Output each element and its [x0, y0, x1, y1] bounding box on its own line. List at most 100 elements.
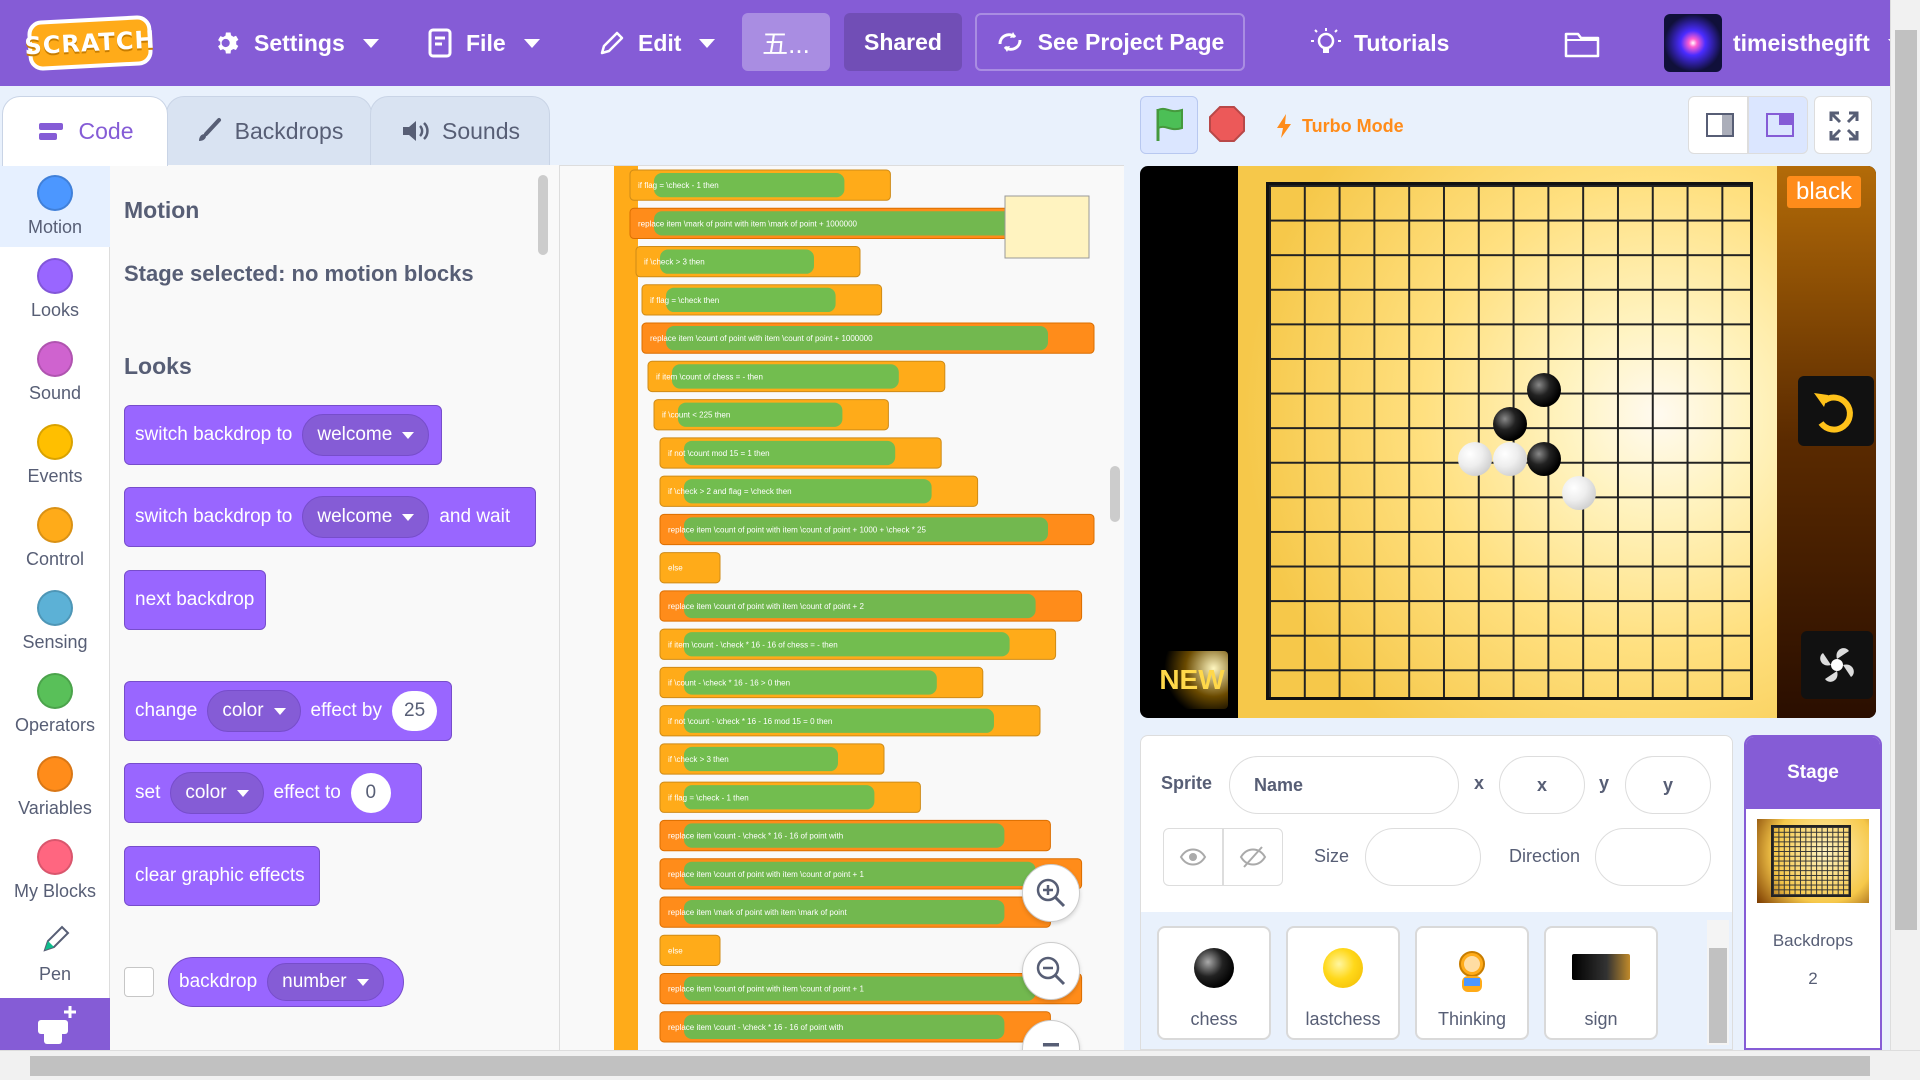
category-sensing[interactable]: Sensing	[0, 580, 110, 662]
tab-backdrops[interactable]: Backdrops	[166, 96, 372, 166]
scratch-logo[interactable]: SCRATCH	[24, 14, 156, 72]
project-title-input[interactable]: 五...	[742, 13, 830, 71]
script-block-stack[interactable]: replace item \count of point with item \…	[641, 322, 1095, 354]
script-block-if[interactable]: if \check > 3 then	[635, 246, 861, 278]
change-effect-block[interactable]: change color effect by 25	[124, 681, 452, 741]
switch-backdrop-and-wait-block[interactable]: switch backdrop to welcome and wait	[124, 487, 536, 547]
sprite-tile-sign[interactable]: sign	[1544, 926, 1658, 1040]
avatar[interactable]	[1664, 14, 1722, 72]
size-input[interactable]	[1365, 828, 1481, 886]
add-extension-button[interactable]	[0, 998, 110, 1050]
stop-button[interactable]	[1198, 96, 1256, 154]
my-stuff-button[interactable]	[1564, 14, 1600, 72]
direction-input[interactable]	[1595, 828, 1711, 886]
script-block-if[interactable]: if \count < 225 then	[653, 399, 889, 431]
block-text: and wait	[439, 506, 511, 527]
category-looks[interactable]: Looks	[0, 248, 110, 330]
stage-target-pane[interactable]: Stage Backdrops 2	[1744, 735, 1882, 1050]
show-sprite-button[interactable]	[1163, 828, 1223, 886]
script-block-if[interactable]: if not \count - \check * 16 - 16 mod 15 …	[659, 705, 1041, 737]
tutorials-button[interactable]: Tutorials	[1310, 14, 1449, 72]
backdrop-dropdown[interactable]: welcome	[302, 414, 430, 456]
category-sound[interactable]: Sound	[0, 331, 110, 413]
zoom-out-button[interactable]	[1022, 942, 1080, 1000]
number-input[interactable]: 25	[392, 691, 438, 731]
page-horizontal-scrollbar[interactable]	[0, 1050, 1920, 1080]
edit-menu[interactable]: Edit	[598, 14, 716, 72]
category-variables[interactable]: Variables	[0, 746, 110, 828]
sprite-list-scrollbar[interactable]	[1707, 920, 1729, 1045]
category-label: Motion	[27, 217, 83, 237]
script-block-if[interactable]: if not \count mod 15 = 1 then	[659, 437, 942, 469]
script-block-else[interactable]: else	[659, 934, 721, 966]
stage-target-title: Stage	[1746, 737, 1880, 809]
fan-settings-icon[interactable]	[1801, 631, 1873, 699]
scrollbar-thumb[interactable]	[30, 1056, 1870, 1076]
script-block-stack[interactable]: replace item \count of point with item \…	[659, 590, 1083, 622]
scrollbar-thumb[interactable]	[1709, 948, 1727, 1043]
see-project-page-button[interactable]: See Project Page	[975, 13, 1245, 71]
set-effect-block[interactable]: set color effect to 0	[124, 763, 422, 823]
large-stage-button[interactable]	[1748, 96, 1808, 154]
category-label: Operators	[14, 715, 96, 735]
shared-button[interactable]: Shared	[844, 13, 962, 71]
settings-menu[interactable]: Settings	[214, 14, 379, 72]
backdrop-reporter-block[interactable]: backdrop number	[168, 957, 404, 1007]
effect-dropdown[interactable]: color	[207, 690, 301, 732]
file-label: File	[466, 29, 506, 56]
backdrop-dropdown[interactable]: welcome	[302, 496, 430, 538]
category-control[interactable]: Control	[0, 497, 110, 579]
sprite-name-input[interactable]: Name	[1229, 756, 1459, 814]
backdrop-property-dropdown[interactable]: number	[267, 963, 384, 1001]
category-motion[interactable]: Motion	[0, 165, 110, 247]
script-block-stack[interactable]: replace item \count - \check * 16 - 16 o…	[659, 1011, 1051, 1043]
script-block-if[interactable]: if flag = \check - 1 then	[659, 781, 921, 813]
script-block-if[interactable]: if item \count - \check * 16 - 16 of che…	[659, 628, 1057, 660]
file-menu[interactable]: File	[428, 14, 540, 72]
clear-graphic-effects-block[interactable]: clear graphic effects	[124, 846, 320, 906]
next-backdrop-block[interactable]: next backdrop	[124, 570, 266, 630]
script-block-if[interactable]: if item \count of chess = - then	[647, 360, 946, 393]
script-block-if[interactable]: if flag = \check - 1 then	[629, 169, 891, 201]
category-pen[interactable]: Pen	[0, 912, 110, 994]
category-my-blocks[interactable]: My Blocks	[0, 829, 110, 911]
script-block-stack[interactable]: replace item \count - \check * 16 - 16 o…	[659, 819, 1051, 852]
y-input[interactable]: y	[1625, 756, 1711, 814]
sprite-tile-chess[interactable]: chess	[1157, 926, 1271, 1040]
effect-dropdown[interactable]: color	[170, 772, 264, 814]
fullscreen-button[interactable]	[1814, 96, 1872, 154]
category-operators[interactable]: Operators	[0, 663, 110, 745]
code-area[interactable]: if flag = \check - 1 then replace item \m…	[560, 165, 1124, 1050]
tab-sounds[interactable]: Sounds	[370, 96, 550, 166]
number-input[interactable]: 0	[350, 773, 391, 813]
new-game-button[interactable]: NEW	[1156, 651, 1228, 709]
page-vertical-scrollbar[interactable]	[1890, 0, 1920, 1050]
x-input[interactable]: x	[1499, 756, 1585, 814]
script-block-stack[interactable]: replace item \mark of point with item \m…	[659, 896, 1051, 928]
script-block-if[interactable]: if \check > 2 and flag = \check then	[659, 475, 979, 507]
small-stage-button[interactable]	[1688, 96, 1748, 154]
undo-icon[interactable]	[1798, 376, 1874, 446]
code-scrollbar[interactable]	[1110, 466, 1120, 522]
script-block-stack[interactable]: replace item \count of point with item \…	[659, 513, 1095, 546]
category-label: My Blocks	[13, 881, 96, 901]
script-block-stack[interactable]: replace item \count of point with item \…	[659, 972, 1083, 1005]
script-block-stack[interactable]: replace item \count of point with item \…	[659, 858, 1083, 890]
tab-code[interactable]: Code	[2, 96, 168, 166]
hide-sprite-button[interactable]	[1223, 828, 1283, 886]
stage-canvas[interactable]: black NEW	[1140, 166, 1876, 718]
script-block-else[interactable]: else	[659, 552, 721, 584]
sprite-tile-thinking[interactable]: Thinking	[1415, 926, 1529, 1040]
zoom-in-button[interactable]	[1022, 864, 1080, 922]
script-block-if[interactable]: if flag = \check then	[641, 284, 883, 316]
scrollbar-thumb[interactable]	[1895, 30, 1917, 930]
script-block-if[interactable]: if \check > 3 then	[659, 743, 885, 775]
green-flag-button[interactable]	[1140, 96, 1198, 154]
script-block-if[interactable]: if \count - \check * 16 - 16 > 0 then	[659, 666, 984, 699]
account-menu[interactable]: timeisthegift	[1733, 14, 1904, 72]
monitor-checkbox[interactable]	[124, 967, 154, 997]
sprite-tile-lastchess[interactable]: lastchess	[1286, 926, 1400, 1040]
category-events[interactable]: Events	[0, 414, 110, 496]
palette-scrollbar[interactable]	[538, 175, 548, 255]
switch-backdrop-block[interactable]: switch backdrop to welcome	[124, 405, 442, 465]
